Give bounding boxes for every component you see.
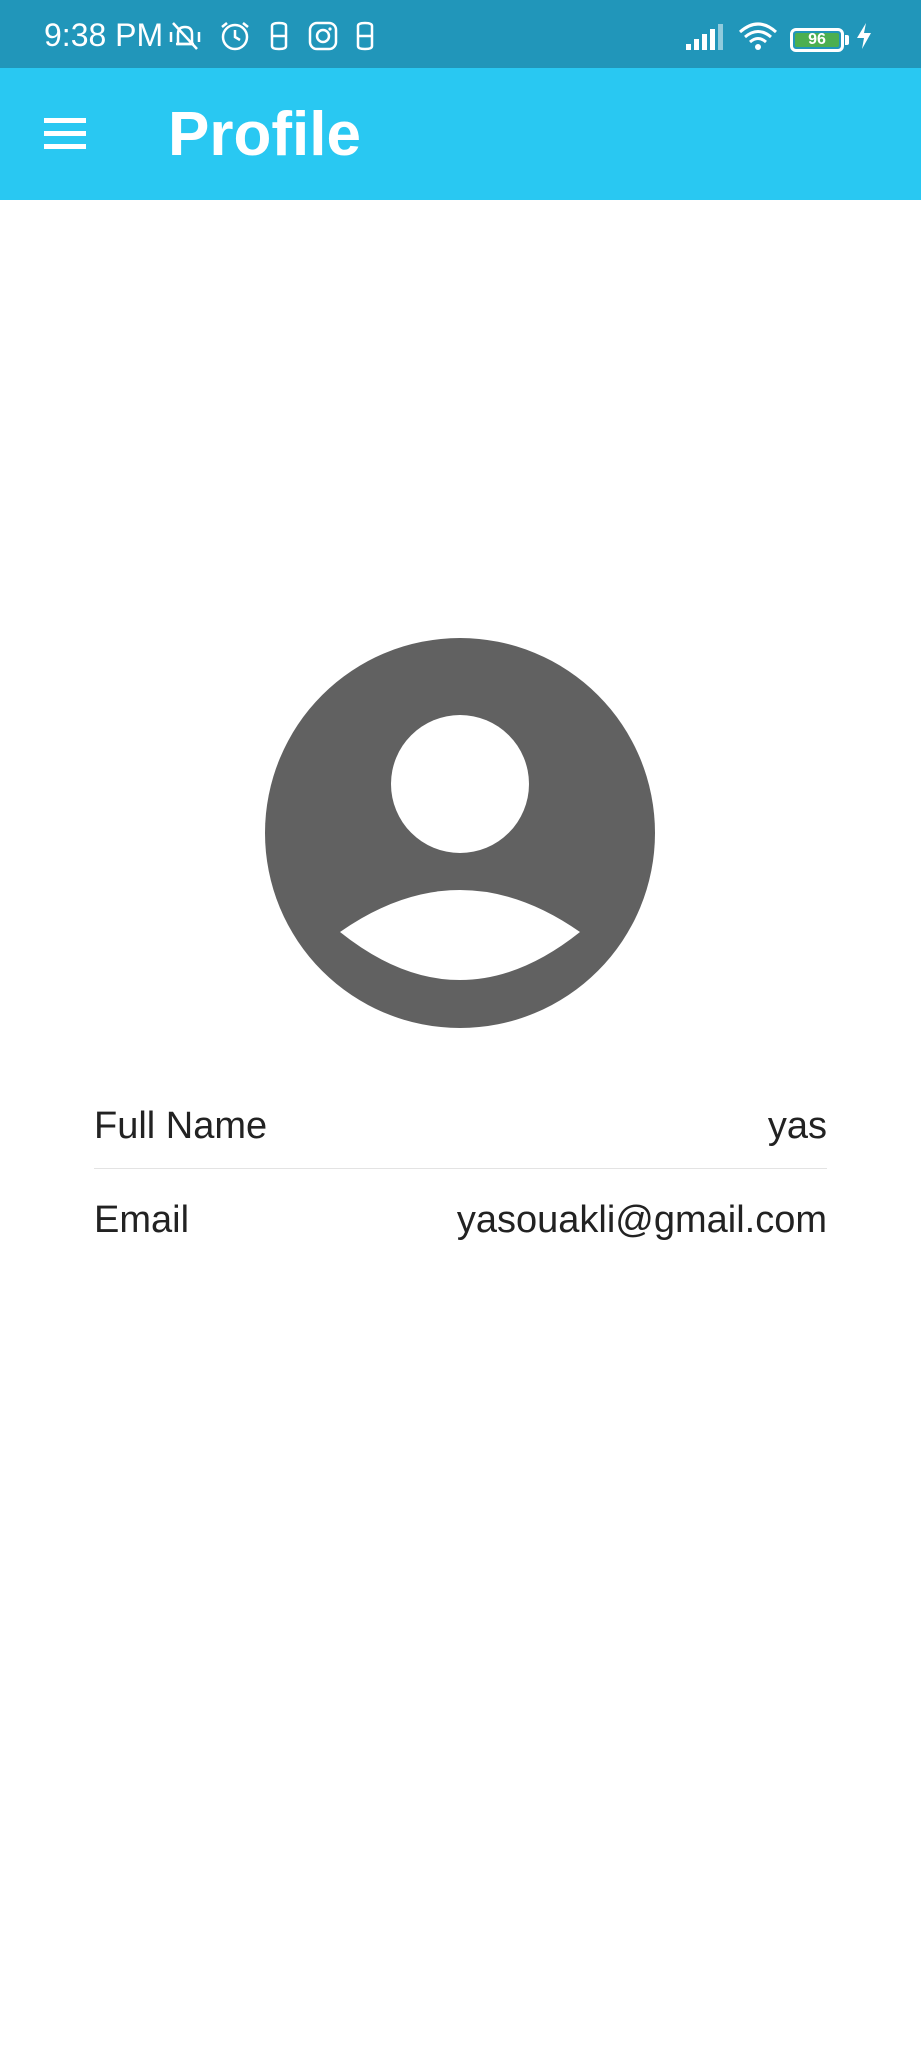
signal-icon <box>684 20 728 52</box>
battery-nub <box>845 35 849 45</box>
instagram-icon <box>306 20 340 52</box>
full-name-label: Full Name <box>94 1105 268 1147</box>
wifi-icon <box>736 20 780 52</box>
full-name-value: yas <box>767 1105 827 1147</box>
charging-icon <box>854 20 874 52</box>
app-bar: Profile <box>0 68 921 200</box>
app-s-icon <box>350 20 380 52</box>
status-time: 9:38 PM <box>44 17 164 53</box>
hamburger-menu-icon[interactable] <box>36 98 96 170</box>
battery-icon: 96 <box>790 28 844 52</box>
profile-screen: 9:38 PM 96 Profile Full Name yas Email y… <box>0 0 921 2048</box>
page-title: Profile <box>168 100 361 169</box>
full-name-row: Full Name yas <box>94 1088 827 1169</box>
battery-level: 96 <box>808 31 826 48</box>
email-row: Email yasouakli@gmail.com <box>94 1182 827 1262</box>
email-value: yasouakli@gmail.com <box>456 1199 827 1241</box>
app-s-icon <box>264 20 294 52</box>
email-label: Email <box>94 1199 190 1241</box>
account-circle-icon <box>265 638 655 1028</box>
status-bar: 9:38 PM 96 <box>0 0 921 68</box>
alarm-icon <box>218 20 252 52</box>
vibrate-icon <box>168 20 202 52</box>
